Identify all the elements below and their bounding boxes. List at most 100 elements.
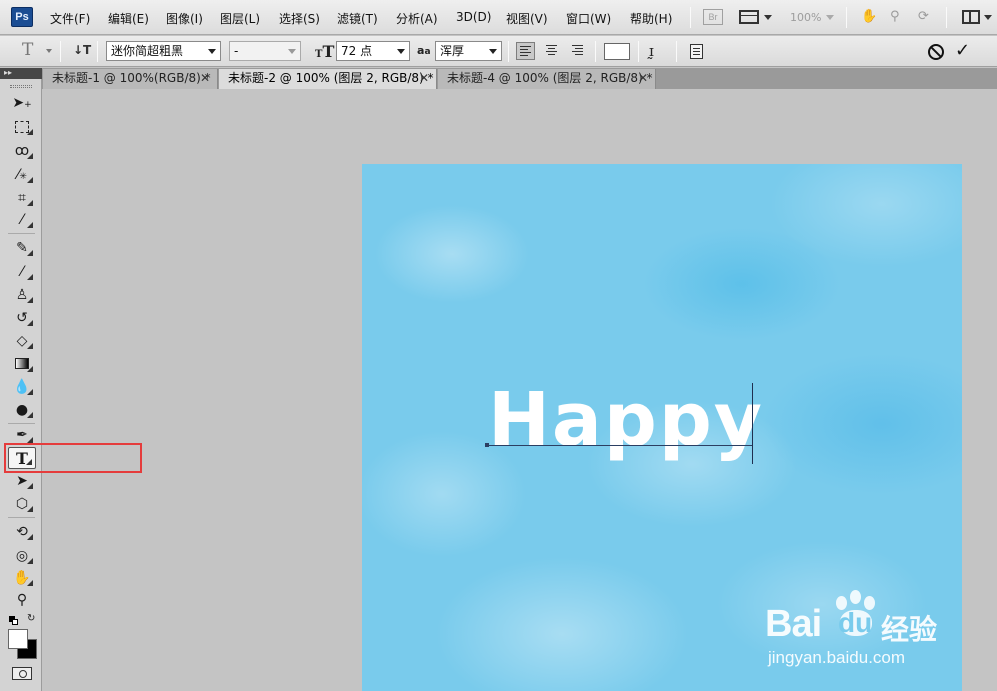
watermark-brand-cn: 经验 [881, 613, 938, 646]
menu-edit[interactable]: 编辑(E) [108, 10, 149, 27]
tab-label: 未标题-1 @ 100%(RGB/8) * [52, 71, 211, 85]
font-style-value: - [234, 44, 239, 58]
zoom-icon[interactable]: ⚲ [890, 9, 900, 24]
zoom-tool-icon[interactable]: ⚲ [8, 589, 36, 611]
menubar-separator [946, 7, 947, 28]
text-baseline [486, 445, 752, 446]
font-style-select[interactable]: - [229, 41, 301, 61]
text-orientation-icon[interactable]: ↓T [73, 43, 91, 57]
foreground-color-swatch[interactable] [8, 629, 28, 649]
preset-chevron-icon[interactable] [46, 49, 52, 53]
menu-window[interactable]: 窗口(W) [566, 10, 611, 27]
menubar-separator [846, 7, 847, 28]
font-size-icon: TT [315, 42, 335, 61]
tab-label: 未标题-2 @ 100% (图层 2, RGB/8) * [228, 71, 434, 85]
text-anchor-point [485, 443, 489, 447]
healing-brush-tool-icon[interactable]: ✎ [8, 237, 36, 259]
chevron-down-icon [489, 49, 497, 54]
chevron-down-icon [288, 49, 296, 54]
menu-filter[interactable]: 滤镜(T) [337, 10, 378, 27]
clone-stamp-tool-icon[interactable]: ♙ [8, 284, 36, 306]
document-tab-2[interactable]: 未标题-2 @ 100% (图层 2, RGB/8) * ✕ [219, 69, 437, 89]
warp-text-icon[interactable]: ɪ̰ [649, 42, 654, 60]
document-tab-1[interactable]: 未标题-1 @ 100%(RGB/8) * ✕ [43, 69, 218, 89]
font-family-select[interactable]: 迷你简超粗黑 [106, 41, 221, 61]
character-panel-icon[interactable] [690, 44, 703, 59]
move-tool-icon[interactable]: ➤+ [8, 92, 36, 114]
hand-icon[interactable]: ✋ [861, 9, 877, 24]
watermark-brand: Bai [765, 603, 822, 645]
crop-tool-icon[interactable]: ⌗ [8, 187, 36, 209]
default-colors-icon[interactable] [9, 616, 18, 625]
menu-view[interactable]: 视图(V) [506, 10, 548, 27]
rotate-view-icon[interactable]: ⟳ [918, 9, 929, 24]
menu-help[interactable]: 帮助(H) [630, 10, 672, 27]
marquee-tool-icon[interactable] [8, 116, 36, 138]
tab-label: 未标题-4 @ 100% (图层 2, RGB/8) * [447, 71, 653, 85]
document-tab-3[interactable]: 未标题-4 @ 100% (图层 2, RGB/8) * ✕ [438, 69, 656, 89]
antialias-select[interactable]: 浑厚 [435, 41, 502, 61]
arrange-documents-icon[interactable] [962, 10, 980, 24]
chevron-down-icon[interactable] [764, 15, 772, 20]
3d-orbit-tool-icon[interactable]: ◎ [8, 545, 36, 567]
canvas-text-layer[interactable]: Happy [488, 380, 764, 460]
options-separator [508, 41, 509, 62]
antialias-icon: aa [417, 44, 431, 57]
font-size-value: 72 点 [341, 44, 373, 58]
text-cursor [752, 383, 753, 464]
lasso-tool-icon[interactable]: ꝏ [8, 140, 36, 162]
cancel-icon[interactable] [928, 44, 944, 60]
dodge-tool-icon[interactable]: ● [8, 399, 36, 421]
type-tool-highlight [4, 443, 142, 473]
toolbox-grip[interactable] [10, 85, 32, 88]
menu-layer[interactable]: 图层(L) [220, 10, 260, 27]
view-extras-icon[interactable] [739, 10, 759, 24]
close-icon[interactable]: ✕ [638, 69, 648, 88]
close-icon[interactable]: ✕ [419, 69, 429, 88]
toolbox-collapse-icon[interactable]: ▸▸ [0, 68, 42, 79]
hand-tool-icon[interactable]: ✋ [8, 567, 36, 589]
history-brush-tool-icon[interactable]: ↺ [8, 307, 36, 329]
bridge-button[interactable]: Br [703, 9, 723, 25]
antialias-value: 浑厚 [440, 44, 465, 58]
align-center-button[interactable] [542, 42, 561, 60]
chevron-down-icon [208, 49, 216, 54]
eraser-tool-icon[interactable]: ◇ [8, 330, 36, 352]
eyedropper-tool-icon[interactable]: ⁄ [8, 209, 36, 231]
options-separator [638, 41, 639, 62]
chevron-down-icon [397, 49, 405, 54]
menubar-separator [690, 7, 691, 28]
menu-image[interactable]: 图像(I) [166, 10, 203, 27]
path-selection-tool-icon[interactable]: ➤ [8, 470, 36, 492]
align-left-button[interactable] [516, 42, 535, 60]
blur-tool-icon[interactable]: 💧 [8, 376, 36, 398]
quick-mask-icon[interactable] [12, 667, 32, 680]
font-size-select[interactable]: 72 点 [336, 41, 410, 61]
commit-checkmark-icon[interactable]: ✓ [955, 40, 970, 61]
text-color-swatch[interactable] [604, 43, 630, 60]
swap-colors-icon[interactable]: ↻ [27, 613, 35, 624]
options-separator [595, 41, 596, 62]
menu-select[interactable]: 选择(S) [279, 10, 320, 27]
close-icon[interactable]: ✕ [200, 69, 210, 88]
shape-tool-icon[interactable]: ⬡ [8, 493, 36, 515]
watermark-url: jingyan.baidu.com [768, 648, 906, 667]
menu-bar: Ps 文件(F) 编辑(E) 图像(I) 图层(L) 选择(S) 滤镜(T) 分… [0, 0, 997, 35]
zoom-level[interactable]: 100% [790, 11, 821, 24]
antialias-icon-label: a [424, 47, 431, 57]
toolbox-separator [8, 233, 35, 234]
type-tool-preset-icon[interactable]: T [22, 40, 33, 60]
3d-rotate-tool-icon[interactable]: ⟲ [8, 521, 36, 543]
arrange-chevron-icon[interactable] [984, 15, 992, 20]
options-separator [676, 41, 677, 62]
options-separator [60, 41, 61, 62]
menu-analysis[interactable]: 分析(A) [396, 10, 438, 27]
watermark-brand-paw: du [838, 607, 873, 638]
align-right-button[interactable] [568, 42, 587, 60]
brush-tool-icon[interactable]: ⁄ [8, 261, 36, 283]
magic-wand-tool-icon[interactable]: ⁄✳ [8, 164, 36, 186]
gradient-tool-icon[interactable] [8, 353, 36, 375]
menu-3d[interactable]: 3D(D) [456, 10, 491, 24]
menu-file[interactable]: 文件(F) [50, 10, 90, 27]
zoom-chevron-icon[interactable] [826, 15, 834, 20]
